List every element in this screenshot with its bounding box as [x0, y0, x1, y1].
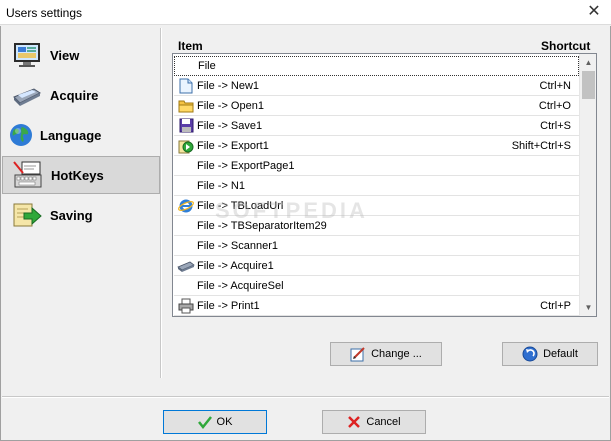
save-arrow-icon [10, 200, 44, 230]
ie-icon [176, 197, 196, 215]
sidebar-item-saving[interactable]: Saving [2, 196, 160, 234]
checkmark-icon [197, 415, 212, 429]
list-item[interactable]: File -> N1 [174, 176, 579, 196]
sidebar-item-label: View [50, 47, 80, 63]
list-item[interactable]: File -> AcquireSel [174, 276, 579, 296]
globe-icon [8, 120, 34, 150]
column-header-shortcut[interactable]: Shortcut [541, 39, 590, 53]
folder-icon [176, 97, 196, 115]
undo-circle-icon [522, 346, 538, 362]
scroll-up-arrow-icon[interactable]: ▲ [580, 54, 596, 71]
list-item[interactable]: File -> Save1 Ctrl+S [174, 116, 579, 136]
default-button-label: Default [543, 348, 578, 360]
new-file-icon [176, 77, 196, 95]
item-label: File [198, 60, 216, 72]
change-button[interactable]: Change ... [330, 342, 442, 366]
hotkeys-list[interactable]: File File -> New1 Ctrl+N File -> Open1 C… [172, 53, 597, 317]
sidebar-item-view[interactable]: View [2, 36, 160, 74]
close-icon[interactable]: ✕ [581, 1, 607, 23]
shortcut-value: Shift+Ctrl+S [511, 139, 571, 152]
list-item[interactable]: File -> ExportPage1 [174, 156, 579, 176]
sidebar-item-hotkeys[interactable]: HotKeys [2, 156, 160, 194]
item-label: File -> Acquire1 [197, 259, 274, 272]
item-label: File -> ExportPage1 [197, 159, 295, 172]
shortcut-value: Ctrl+N [539, 79, 571, 92]
list-item[interactable]: File -> Export1 Shift+Ctrl+S [174, 136, 579, 156]
list-item[interactable]: File -> New1 Ctrl+N [174, 76, 579, 96]
title-bar: Users settings ✕ [0, 0, 611, 25]
shortcut-value: Ctrl+P [540, 299, 571, 312]
window-title: Users settings [6, 6, 83, 20]
item-label: File -> Print1 [197, 299, 260, 312]
item-label: File -> Open1 [197, 99, 264, 112]
watermark: SOFTPEDIA [215, 198, 368, 223]
item-label: File -> Export1 [197, 139, 269, 152]
sidebar-item-label: Acquire [50, 87, 99, 103]
printer-icon [176, 297, 196, 315]
vertical-divider [160, 28, 162, 378]
horizontal-divider [2, 396, 609, 398]
cancel-button-label: Cancel [366, 416, 401, 428]
item-label: File -> New1 [197, 79, 260, 92]
column-header-item[interactable]: Item [178, 39, 203, 53]
list-item[interactable]: File -> Scanner1 [174, 236, 579, 256]
scroll-thumb[interactable] [582, 71, 595, 99]
scanner-icon [176, 257, 196, 275]
sidebar-item-label: Language [40, 127, 102, 143]
export-icon [176, 137, 196, 155]
ok-button-label: OK [216, 416, 233, 428]
shortcut-value: Ctrl+S [540, 119, 571, 132]
item-label: File -> AcquireSel [197, 279, 284, 292]
settings-sidebar: View Acquire Language HotKeys Saving [2, 28, 160, 398]
default-button[interactable]: Default [502, 342, 598, 366]
ok-button[interactable]: OK [163, 410, 267, 434]
item-label: File -> Save1 [197, 119, 263, 132]
list-item[interactable]: File [174, 56, 579, 76]
sidebar-item-label: HotKeys [51, 167, 104, 183]
sidebar-item-label: Saving [50, 207, 93, 223]
scroll-down-arrow-icon[interactable]: ▼ [580, 299, 596, 316]
change-button-label: Change ... [371, 348, 422, 360]
item-label: File -> N1 [197, 179, 245, 192]
list-item[interactable]: File -> Open1 Ctrl+O [174, 96, 579, 116]
cross-icon [347, 415, 361, 429]
shortcut-value: Ctrl+O [538, 99, 571, 112]
scanner-icon [10, 80, 44, 110]
item-label: File -> Scanner1 [197, 239, 279, 252]
floppy-icon [176, 117, 196, 135]
monitor-icon [10, 40, 44, 70]
cancel-button[interactable]: Cancel [322, 410, 426, 434]
vertical-scrollbar[interactable]: ▲ ▼ [579, 54, 596, 316]
list-item[interactable]: File -> Print1 Ctrl+P [174, 296, 579, 316]
keyboard-icon [11, 160, 45, 190]
sidebar-item-language[interactable]: Language [2, 116, 160, 154]
list-item[interactable]: File -> Acquire1 [174, 256, 579, 276]
sidebar-item-acquire[interactable]: Acquire [2, 76, 160, 114]
edit-pencil-icon [350, 346, 366, 362]
